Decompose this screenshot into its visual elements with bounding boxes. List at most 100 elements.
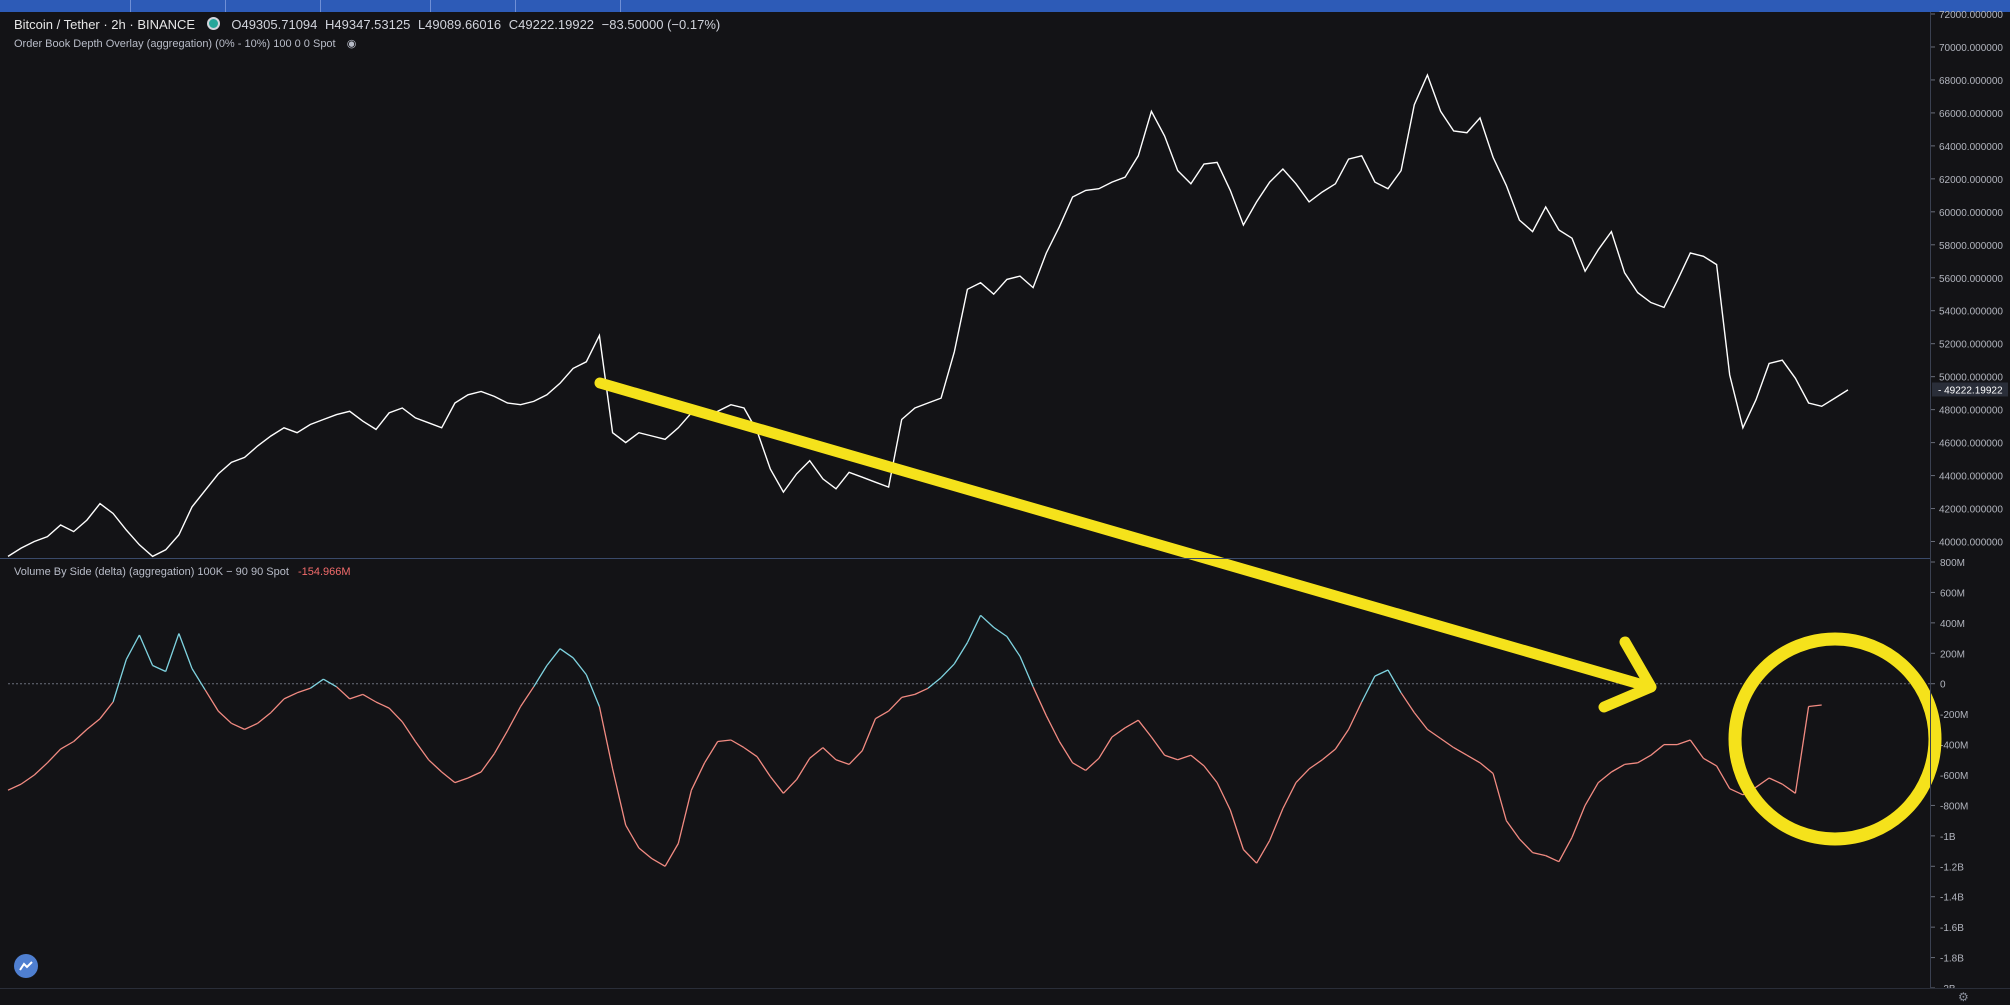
volume-delta-segment (1584, 782, 1599, 806)
volume-delta-segment (1703, 757, 1717, 767)
volume-delta-segment (769, 776, 784, 794)
volume-delta-segment (467, 771, 482, 779)
volume-delta-segment (1032, 686, 1047, 716)
volume-delta-segment (362, 693, 377, 703)
volume-delta-segment (73, 728, 88, 742)
volume-delta-segment (244, 722, 258, 730)
volume-delta-segment (664, 843, 679, 867)
volume-delta-segment (1072, 762, 1087, 771)
volume-delta-segment (796, 757, 811, 780)
volume-delta-segment (1242, 849, 1258, 864)
low-value: L49089.66016 (417, 17, 502, 32)
volume-delta-segment (1492, 773, 1507, 821)
volume-delta-segment (191, 668, 206, 691)
volume-delta-segment (1269, 808, 1284, 841)
time-axis[interactable] (0, 988, 2010, 1005)
volume-delta-segment (1282, 782, 1297, 809)
volume-delta-segment (33, 762, 48, 776)
volume-delta-segment (743, 747, 758, 758)
tradingview-logo-icon[interactable] (14, 954, 38, 978)
volume-delta-segment (520, 686, 535, 707)
volume-delta-segment (257, 712, 272, 724)
volume-delta-segment (401, 721, 416, 742)
volume-indicator-label[interactable]: Volume By Side (delta) (aggregation) 100… (14, 566, 351, 578)
volume-delta-segment (1518, 838, 1534, 854)
high-value: H49347.53125 (325, 17, 411, 32)
pane-divider[interactable] (0, 558, 1930, 559)
volume-delta-segment (1006, 636, 1021, 657)
volume-delta-segment (1558, 837, 1573, 863)
volume-delta-segment (86, 718, 101, 730)
volume-delta-segment (112, 659, 127, 703)
volume-delta-segment (283, 692, 298, 700)
volume-delta-segment (125, 634, 140, 660)
volume-delta-segment (1637, 754, 1652, 764)
volume-delta-segment (414, 741, 430, 761)
volume-delta-segment (901, 693, 916, 699)
volume-delta-segment (690, 762, 706, 791)
volume-delta-segment (1216, 782, 1231, 811)
volume-delta-segment (927, 677, 942, 689)
volume-delta-segment (546, 648, 561, 666)
volume-delta-segment (1689, 739, 1704, 759)
volume-delta-segment (1427, 728, 1441, 740)
eye-icon[interactable]: ◉ (347, 37, 357, 50)
volume-delta-segment (428, 759, 443, 773)
volume-delta-segment (7, 783, 22, 791)
gear-icon[interactable]: ⚙ (1958, 990, 1969, 1004)
indicator-value: -154.966M (297, 566, 351, 578)
volume-delta-segment (611, 768, 627, 826)
volume-delta-segment (809, 747, 824, 759)
volume-delta-segment (165, 633, 180, 672)
close-value: C49222.19922 (508, 17, 595, 32)
volume-delta-segment (138, 634, 154, 666)
volume-delta-segment (598, 706, 614, 770)
volume-delta-segment (861, 718, 877, 751)
volume-delta-segment (638, 847, 653, 860)
volume-delta-segment (756, 756, 771, 777)
volume-delta-segment (323, 678, 337, 688)
market-open-icon (206, 17, 220, 30)
volume-delta-segment (1361, 675, 1376, 703)
volume-delta-segment (349, 693, 364, 700)
volume-delta-segment (1190, 754, 1205, 767)
volume-delta-segment (704, 741, 719, 764)
volume-delta-segment (1453, 747, 1468, 756)
volume-delta-segment (835, 759, 850, 766)
volume-delta-segment (217, 710, 232, 724)
volume-delta-segment (875, 710, 889, 720)
volume-delta-segment (1124, 719, 1139, 729)
volume-delta-segment (1321, 748, 1336, 761)
volume-delta-segment (1755, 777, 1770, 788)
symbol-title[interactable]: Bitcoin / Tether · 2h · BINANCE (14, 17, 195, 32)
volume-delta-segment (178, 633, 193, 669)
volume-delta-segment (822, 747, 837, 761)
symbol-header: Bitcoin / Tether · 2h · BINANCE O49305.7… (14, 17, 724, 32)
indicator-title: Order Book Depth Overlay (aggregation) (… (14, 38, 336, 50)
volume-delta-segment (1624, 762, 1638, 766)
volume-delta-segment (1374, 669, 1389, 677)
volume-delta-segment (1768, 777, 1783, 785)
volume-delta-segment (1611, 763, 1625, 773)
volume-delta-segment (1400, 692, 1415, 713)
volume-delta-segment (336, 686, 351, 700)
order-book-indicator-label[interactable]: Order Book Depth Overlay (aggregation) (… (14, 37, 356, 50)
volume-delta-segment (1256, 840, 1271, 864)
volume-delta-segment (1597, 771, 1612, 784)
volume-delta-segment (1334, 729, 1350, 750)
volume-delta-segment (1229, 809, 1245, 850)
indicator-title: Volume By Side (delta) (aggregation) 100… (14, 566, 289, 578)
volume-delta-segment (993, 626, 1008, 638)
volume-delta-segment (506, 706, 522, 732)
volume-delta-segment (651, 858, 666, 867)
volume-delta-segment (848, 750, 863, 765)
volume-delta-segment (1085, 757, 1100, 771)
price-axis[interactable] (1930, 12, 2010, 988)
volume-delta-segment (1098, 736, 1113, 759)
price-chart[interactable]: 72000.00000070000.00000068000.0000006600… (0, 0, 2010, 1004)
volume-delta-segment (1781, 783, 1796, 794)
volume-delta-segment (1729, 788, 1744, 796)
volume-delta-segment (270, 698, 285, 714)
volume-delta-segment (1150, 736, 1166, 756)
volume-delta-segment (231, 722, 245, 730)
